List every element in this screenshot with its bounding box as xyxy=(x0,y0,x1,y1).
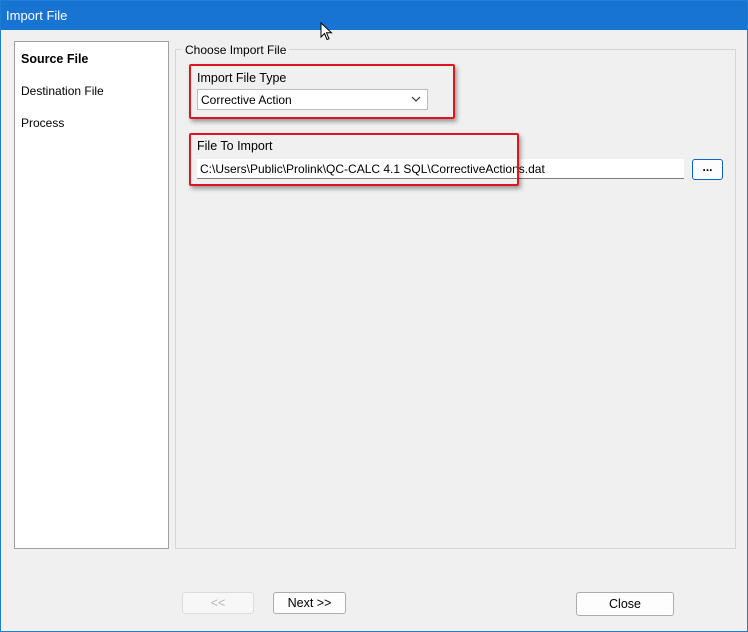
step-process[interactable]: Process xyxy=(21,116,64,130)
choose-import-file-group xyxy=(175,49,736,549)
group-legend: Choose Import File xyxy=(182,43,290,57)
next-button[interactable]: Next >> xyxy=(273,592,346,614)
import-file-window: Import File Source File Destination File… xyxy=(0,0,748,632)
import-file-type-value: Corrective Action xyxy=(201,93,292,107)
step-destination-file[interactable]: Destination File xyxy=(21,84,104,98)
import-file-type-select[interactable]: Corrective Action xyxy=(197,89,428,110)
mouse-pointer-icon xyxy=(320,22,333,41)
title-bar: Import File xyxy=(1,1,747,30)
file-to-import-label: File To Import xyxy=(197,139,273,153)
window-title: Import File xyxy=(6,8,68,23)
back-button[interactable]: << xyxy=(182,592,254,614)
close-button[interactable]: Close xyxy=(576,592,674,616)
step-source-file[interactable]: Source File xyxy=(21,52,88,66)
browse-button[interactable]: ... xyxy=(692,159,723,180)
chevron-down-icon[interactable] xyxy=(410,93,422,105)
wizard-steps-panel: Source File Destination File Process xyxy=(14,41,169,549)
import-file-type-label: Import File Type xyxy=(197,71,287,85)
